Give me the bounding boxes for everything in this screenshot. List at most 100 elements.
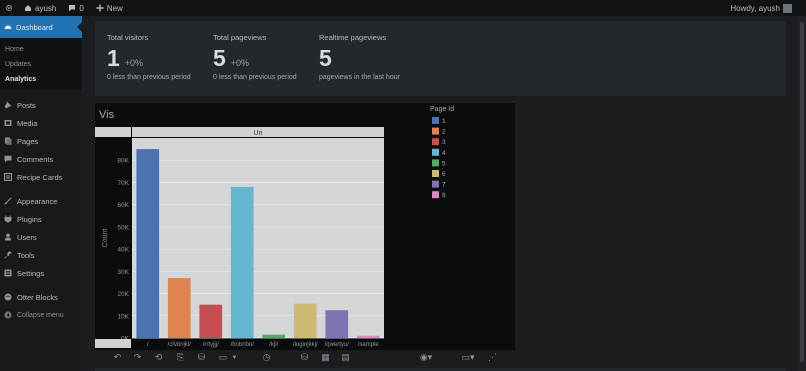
legend-label: 1: [442, 118, 446, 125]
y-tick-label: 40K: [117, 247, 129, 254]
sidebar-item-users[interactable]: Users: [0, 228, 82, 246]
legend-swatch: [432, 117, 439, 124]
sidebar-item-pages[interactable]: Pages: [0, 132, 82, 150]
plus-icon: [96, 4, 104, 12]
submenu-home[interactable]: Home: [0, 42, 82, 57]
collapse-menu-button[interactable]: Collapse menu: [0, 306, 82, 324]
reset-icon: ⟲: [154, 352, 163, 362]
x-tick-label: /qwertyu/: [325, 342, 350, 348]
stat-total-pageviews: Total pageviews 5 +0% 0 less than previo…: [213, 33, 297, 81]
pin-icon: [4, 101, 12, 109]
dashboard-icon: [4, 25, 12, 29]
bar: [262, 334, 286, 338]
comment-dropdown[interactable]: ▭▾: [459, 352, 477, 363]
sidebar-item-label: Users: [17, 232, 37, 242]
redo-button[interactable]: ↷: [132, 352, 143, 363]
export-icon: ⎘: [176, 352, 185, 362]
facet-corner: [95, 127, 131, 137]
legend-swatch: [432, 148, 439, 156]
legend-label: 3: [442, 139, 446, 146]
site-name-link[interactable]: ayush: [18, 0, 62, 16]
database-icon: ⛁: [300, 352, 309, 362]
y-tick-label: 70K: [117, 180, 129, 187]
legend-label: 7: [442, 182, 446, 189]
x-tick-label: /rrtyjjj/: [203, 342, 219, 348]
export-button[interactable]: ⎘: [175, 352, 186, 363]
stats-panel: Total visitors 1 +0% 0 less than previou…: [95, 21, 786, 96]
sidebar-item-appearance[interactable]: Appearance: [0, 192, 82, 210]
scrollbar-thumb[interactable]: [800, 22, 804, 362]
sidebar-item-settings[interactable]: Settings: [0, 264, 82, 282]
svg-text:W: W: [7, 6, 11, 10]
share-icon: ⋰: [488, 352, 497, 362]
wrench-icon: [4, 251, 12, 259]
table-button[interactable]: ▦: [320, 352, 331, 363]
dashboard-submenu: Home Updates Analytics: [0, 38, 82, 90]
collapse-label: Collapse menu: [17, 311, 64, 319]
x-tick-label: /loginjkkj/: [293, 342, 318, 348]
sidebar-item-label: Posts: [17, 100, 36, 110]
y-tick-label: 10K: [117, 313, 129, 320]
comments-link[interactable]: 0: [62, 0, 89, 16]
chart-title: Uri: [254, 130, 263, 137]
table-icon: ▦: [321, 352, 330, 362]
wordpress-logo-icon[interactable]: W: [0, 0, 18, 16]
sidebar-item-tools[interactable]: Tools: [0, 246, 82, 264]
share-button[interactable]: ⋰: [487, 352, 498, 363]
sidebar-item-posts[interactable]: Posts: [0, 96, 82, 114]
stat-value: 1: [107, 45, 120, 71]
legend-label: 2: [442, 129, 446, 136]
dropdown-caret[interactable]: ▼: [229, 352, 240, 363]
avatar: [783, 3, 792, 13]
admin-bar: W ayush 0 New Howdy, ayush: [0, 0, 806, 16]
history-button[interactable]: ◷: [261, 352, 272, 363]
bar: [356, 335, 380, 338]
database-icon: ⛁: [197, 352, 206, 362]
stat-note: 0 less than previous period: [213, 74, 297, 81]
sidebar-item-otter-blocks[interactable]: Otter Blocks: [0, 288, 82, 306]
submenu-updates[interactable]: Updates: [0, 57, 82, 72]
view-dropdown[interactable]: ◉▾: [417, 352, 435, 363]
sidebar-item-label: Otter Blocks: [17, 292, 58, 302]
legend-swatch: [432, 138, 439, 146]
comment-icon: ▭▾: [461, 352, 475, 362]
sidebar-item-plugins[interactable]: Plugins: [0, 210, 82, 228]
site-name: ayush: [35, 3, 57, 13]
axis-corner: [95, 339, 131, 348]
bar: [230, 186, 254, 338]
x-tick-label: /kjl/: [269, 342, 278, 348]
undo-button[interactable]: ↶: [112, 352, 123, 363]
comments-count: 0: [79, 3, 84, 13]
dataset-button[interactable]: ⛁: [299, 352, 310, 363]
eye-icon: ◉▾: [419, 352, 433, 362]
sidebar-item-dashboard[interactable]: Dashboard: [0, 16, 82, 38]
admin-sidebar: Dashboard Home Updates Analytics Posts M…: [0, 16, 82, 371]
legend-label: 6: [442, 171, 446, 178]
sidebar-item-label: Plugins: [17, 214, 42, 224]
sidebar-item-label: Tools: [17, 250, 35, 260]
sidebar-item-comments[interactable]: Comments: [0, 150, 82, 168]
x-tick-label: /cfvbnjkl/: [168, 342, 192, 348]
legend-label: 8: [442, 192, 446, 199]
chart-button[interactable]: ▤: [340, 352, 351, 363]
new-content-link[interactable]: New: [90, 0, 129, 16]
sidebar-item-recipe-cards[interactable]: Recipe Cards: [0, 168, 82, 186]
stat-label: Realtime pageviews: [319, 33, 387, 42]
submenu-analytics[interactable]: Analytics: [0, 72, 82, 87]
clock-icon: ◷: [262, 352, 271, 362]
data-button[interactable]: ⛁: [196, 352, 207, 363]
legend-swatch: [432, 170, 439, 177]
page-scrollbar[interactable]: [798, 16, 806, 371]
bar: [293, 303, 317, 338]
x-tick-label: /bnbnbn/: [231, 342, 255, 348]
media-icon: [4, 120, 12, 126]
account-menu[interactable]: Howdy, ayush: [724, 0, 806, 16]
vis-toolbar: ↶ ↷ ⟲ ⎘ ⛁ ▭ ▼ ◷ ⛁ ▦ ▤ ◉▾ ▭▾ ⋰: [95, 350, 515, 366]
sidebar-item-media[interactable]: Media: [0, 114, 82, 132]
vis-panel: Vis Uri0K10K20K30K40K50K60K70K80KCount//…: [95, 103, 515, 350]
settings-icon: [4, 269, 12, 277]
legend-label: 4: [442, 150, 446, 157]
collapse-icon: [4, 311, 12, 319]
legend-swatch: [432, 180, 439, 188]
reset-button[interactable]: ⟲: [153, 352, 164, 363]
